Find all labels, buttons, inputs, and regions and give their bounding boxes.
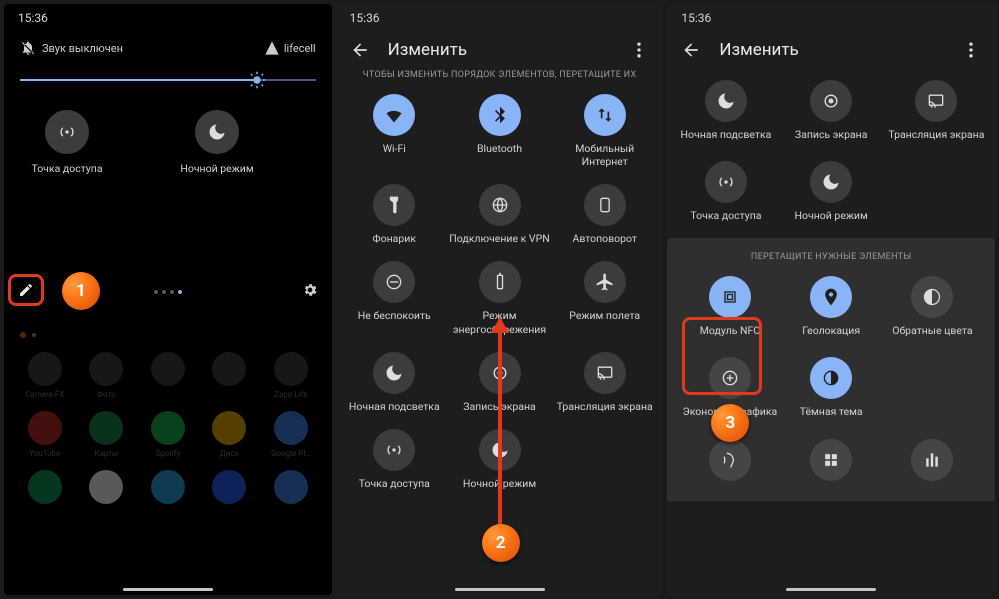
sound-off-indicator: Звук выключен <box>20 40 123 56</box>
back-button[interactable] <box>350 40 370 60</box>
equalizer-icon <box>922 450 942 470</box>
tile-location[interactable]: Геолокация <box>781 276 882 337</box>
record-icon <box>821 91 841 111</box>
hotspot-icon <box>57 122 77 142</box>
bluetooth-icon <box>490 105 510 125</box>
settings-button[interactable] <box>302 282 318 298</box>
panel-1-quicksettings: 15:36 Звук выключен lifecell Точка досту… <box>4 4 332 595</box>
contrast-icon <box>821 368 841 388</box>
location-icon <box>821 287 841 307</box>
cast-icon <box>595 363 615 383</box>
back-button[interactable] <box>681 40 701 60</box>
cast-icon <box>926 91 946 111</box>
signal-icon <box>264 40 280 56</box>
nav-pill[interactable] <box>786 588 876 591</box>
gear-icon <box>302 282 318 298</box>
night-light-icon <box>716 91 736 111</box>
brightness-icon <box>248 71 266 89</box>
overflow-button[interactable] <box>629 40 649 60</box>
tile-screen-record[interactable]: Запись экрана <box>779 80 884 141</box>
tile-invert-colors[interactable]: Обратные цвета <box>882 276 983 337</box>
battery-icon <box>490 272 510 292</box>
airplane-icon <box>595 272 615 292</box>
hearing-icon <box>720 450 740 470</box>
tile-hotspot[interactable]: Точка доступа <box>342 429 447 490</box>
tile-dark-theme[interactable]: Тёмная тема <box>781 357 882 418</box>
clock: 15:36 <box>18 11 48 25</box>
more-vert-icon <box>961 40 981 60</box>
clock: 15:36 <box>681 11 711 25</box>
reorder-hint: ЧТОБЫ ИЗМЕНИТЬ ПОРЯДОК ЭЛЕМЕНТОВ, ПЕРЕТА… <box>336 70 664 88</box>
brightness-slider[interactable] <box>20 70 316 90</box>
tile-cast[interactable]: Трансляция экрана <box>552 352 657 413</box>
swap-icon <box>595 105 615 125</box>
tile-cast[interactable]: Трансляция экрана <box>884 80 989 141</box>
arrow-left-icon <box>350 40 370 60</box>
moon-icon <box>821 172 841 192</box>
rotate-icon <box>595 195 615 215</box>
wifi-icon <box>384 105 404 125</box>
tile-wifi[interactable]: Wi-Fi <box>342 94 447 168</box>
more-vert-icon <box>629 40 649 60</box>
network-indicator: lifecell <box>264 40 316 56</box>
grid-icon <box>821 450 841 470</box>
callout-box-nfc <box>682 317 762 395</box>
callout-badge-2: 2 <box>482 524 520 562</box>
bell-off-icon <box>20 40 36 56</box>
arrow-left-icon <box>681 40 701 60</box>
night-light-icon <box>384 363 404 383</box>
tile-dnd[interactable]: Не беспокоить <box>342 261 447 335</box>
tray-hint: ПЕРЕТАЩИТЕ НУЖНЫЕ ЭЛЕМЕНТЫ <box>673 252 989 270</box>
tile-mobile-data[interactable]: Мобильный Интернет <box>552 94 657 168</box>
moon-icon <box>207 122 227 142</box>
nfc-icon <box>720 287 740 307</box>
tile-autorotate[interactable]: Автоповорот <box>552 184 657 245</box>
globe-lock-icon <box>490 195 510 215</box>
tile-hotspot[interactable]: Точка доступа <box>673 161 778 222</box>
tile-airplane[interactable]: Режим полета <box>552 261 657 335</box>
header-title: Изменить <box>388 40 612 60</box>
tile-night-mode[interactable]: Ночной режим <box>779 161 884 222</box>
qs-header: Звук выключен lifecell <box>4 32 332 94</box>
nav-pill[interactable] <box>455 588 545 591</box>
callout-box-edit <box>8 274 44 306</box>
header-title: Изменить <box>719 40 943 60</box>
tile-extra-3[interactable] <box>882 439 983 487</box>
qs-tiles-row: Точка доступа Ночной режим <box>4 94 332 185</box>
tile-bluetooth[interactable]: Bluetooth <box>447 94 552 168</box>
tiles-grid-top: Ночная подсветка Запись экрана Трансляци… <box>667 70 995 232</box>
panel-2-edit-tiles: 15:36 Изменить ЧТОБЫ ИЗМЕНИТЬ ПОРЯДОК ЭЛ… <box>336 4 664 595</box>
status-bar: 15:36 <box>4 4 332 32</box>
flashlight-icon <box>384 195 404 215</box>
qs-tile-hotspot[interactable]: Точка доступа <box>22 110 112 175</box>
clock: 15:36 <box>350 11 380 25</box>
homescreen-dimmed: Camera FX Фото Zapp Life YouTube Карты S… <box>4 324 332 595</box>
arrow-line <box>498 332 502 542</box>
tile-night-light[interactable]: Ночная подсветка <box>342 352 447 413</box>
invert-icon <box>922 287 942 307</box>
tile-flashlight[interactable]: Фонарик <box>342 184 447 245</box>
nav-pill[interactable] <box>123 588 213 591</box>
tile-night-light[interactable]: Ночная подсветка <box>673 80 778 141</box>
panel-3-edit-tiles-scroll: 15:36 Изменить Ночная подсветка Запись э… <box>667 4 995 595</box>
tile-extra-1[interactable] <box>679 439 780 487</box>
hotspot-icon <box>716 172 736 192</box>
qs-tile-nightmode[interactable]: Ночной режим <box>172 110 262 175</box>
hotspot-icon <box>384 440 404 460</box>
tile-vpn[interactable]: Подключение к VPN <box>447 184 552 245</box>
tile-extra-2[interactable] <box>781 439 882 487</box>
arrow-up-icon <box>491 317 509 333</box>
callout-badge-1: 1 <box>62 272 100 310</box>
overflow-button[interactable] <box>961 40 981 60</box>
dnd-icon <box>384 272 404 292</box>
